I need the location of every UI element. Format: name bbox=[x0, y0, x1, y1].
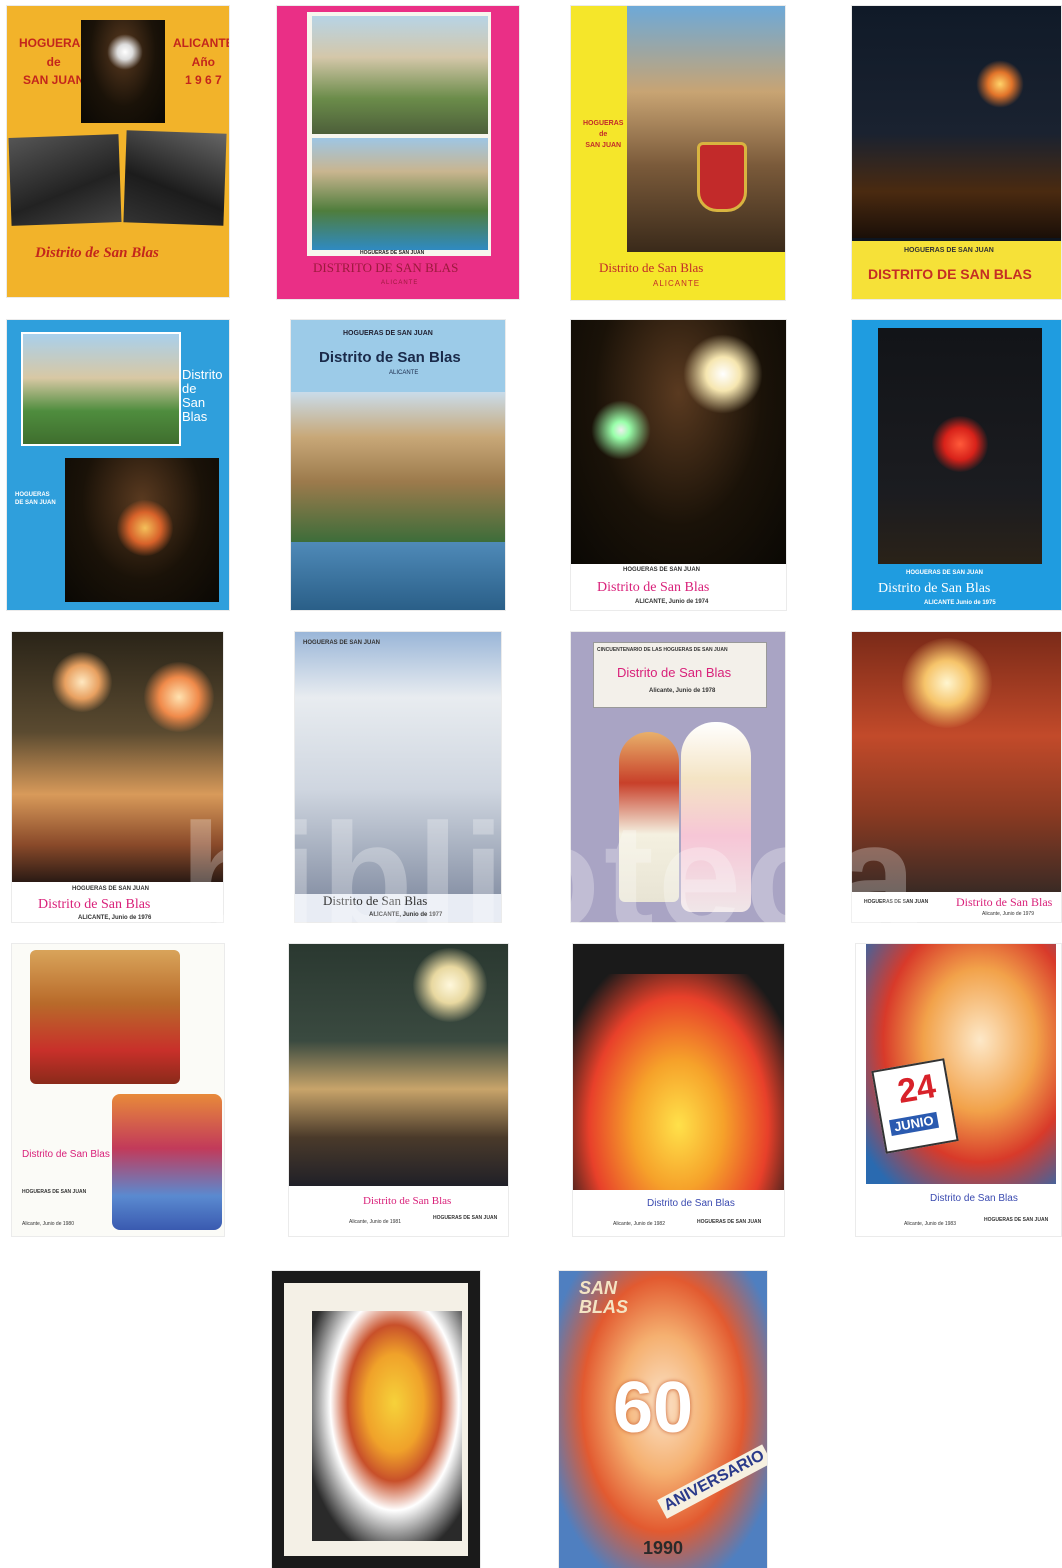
poster-title: Distrito de San Blas bbox=[22, 1149, 110, 1160]
poster-1976: HOGUERAS DE SAN JUAN Distrito de San Bla… bbox=[12, 632, 223, 922]
poster-2: HOGUERAS DE SAN JUAN DISTRITO DE SAN BLA… bbox=[277, 6, 519, 299]
poster-1967: HOGUERAS de SAN JUAN ALICANTE Año 1 9 6 … bbox=[7, 6, 229, 297]
poster-footer: Distrito de San Blas bbox=[599, 260, 704, 275]
poster-footer: Distrito de San Blas bbox=[323, 893, 428, 908]
night-fireworks-photo bbox=[852, 6, 1061, 238]
city-photo bbox=[312, 16, 488, 134]
street-buildings-photo bbox=[295, 632, 501, 894]
girl-character bbox=[681, 722, 751, 912]
poster-1975: HOGUERAS DE SAN JUAN Distrito de San Bla… bbox=[852, 320, 1061, 610]
dancers-photo bbox=[123, 130, 227, 226]
bonfire-monument-bottom bbox=[112, 1094, 222, 1230]
poster-footer: DISTRITO DE SAN BLAS bbox=[313, 260, 459, 275]
poster-1982: Distrito de San Blas Alicante, Junio de … bbox=[573, 944, 784, 1236]
poster-5: Distrito de San Blas HOGUERAS DE SAN JUA… bbox=[7, 320, 229, 610]
poster-1974: HOGUERAS DE SAN JUAN Distrito de San Bla… bbox=[571, 320, 786, 610]
town-hall-photo bbox=[627, 6, 785, 252]
poster-1977: HOGUERAS DE SAN JUAN Distrito de San Bla… bbox=[295, 632, 501, 922]
poster-title: Distrito de San Blas bbox=[647, 1198, 735, 1209]
poster-title: Distrito de San Blas bbox=[319, 349, 461, 366]
poster-1983: 24 JUNIO Distrito de San Blas Alicante, … bbox=[856, 944, 1061, 1236]
crowd-photo bbox=[8, 134, 122, 226]
poster-footer: Distrito de San Blas bbox=[35, 245, 159, 261]
harbor-water-photo bbox=[291, 542, 505, 610]
watermark: biblioteca bbox=[180, 792, 921, 960]
poster-title: Distrito de San Blas bbox=[930, 1193, 1018, 1204]
poster-3: HOGUERAS de SAN JUAN Distrito de San Bla… bbox=[571, 6, 785, 300]
poster-footer: Distrito de San Blas bbox=[363, 1195, 452, 1207]
poster-1978: CINCUENTENARIO DE LAS HOGUERAS DE SAN JU… bbox=[571, 632, 785, 922]
fireworker-illustration bbox=[312, 1311, 462, 1541]
poster-hogueras-san-blas: HOGUERAS DE SAN BLAS bbox=[272, 1271, 480, 1568]
flames-illustration bbox=[573, 974, 784, 1190]
poster-title: Distrito de San Blas bbox=[617, 665, 732, 680]
coat-of-arms bbox=[697, 142, 747, 212]
plaza-photo bbox=[21, 332, 181, 446]
calendar-day: 24 bbox=[894, 1067, 939, 1112]
poster-1980: Distrito de San Blas HOGUERAS DE SAN JUA… bbox=[12, 944, 224, 1236]
poster-1979: HOGUERAS DE SAN JUAN Distrito de San Bla… bbox=[852, 632, 1061, 922]
poster-1981: Distrito de San Blas Alicante, Junio de … bbox=[289, 944, 508, 1236]
poster-footer: Distrito de San Blas bbox=[597, 580, 710, 595]
poster-4: HOGUERAS DE SAN JUAN DISTRITO DE SAN BLA… bbox=[852, 6, 1061, 299]
poster-footer: Distrito de San Blas bbox=[878, 581, 991, 596]
boy-character bbox=[619, 732, 679, 902]
poster-1990: SAN BLAS 60 ANIVERSARIO 1990 bbox=[559, 1271, 767, 1568]
anniversary-number: 60 bbox=[613, 1368, 694, 1448]
poster-title-left: HOGUERAS de SAN JUAN bbox=[19, 36, 89, 88]
promenade-photo bbox=[312, 138, 488, 250]
bonfire-monument-top bbox=[30, 950, 180, 1084]
poster-footer: Distrito de San Blas bbox=[38, 897, 151, 912]
poster-6: HOGUERAS DE SAN JUAN Distrito de San Bla… bbox=[291, 320, 505, 610]
castle-hill-photo bbox=[291, 392, 505, 542]
poster-footer: Distrito de San Blas bbox=[956, 895, 1053, 909]
poster-collage: { "posters": { "p1": { "left_title": "HO… bbox=[0, 0, 1062, 1568]
poster-year: 1990 bbox=[643, 1538, 684, 1558]
poster-title-right: ALICANTE Año 1 9 6 7 bbox=[173, 36, 229, 88]
poster-footer: DISTRITO DE SAN BLAS bbox=[868, 266, 1032, 282]
